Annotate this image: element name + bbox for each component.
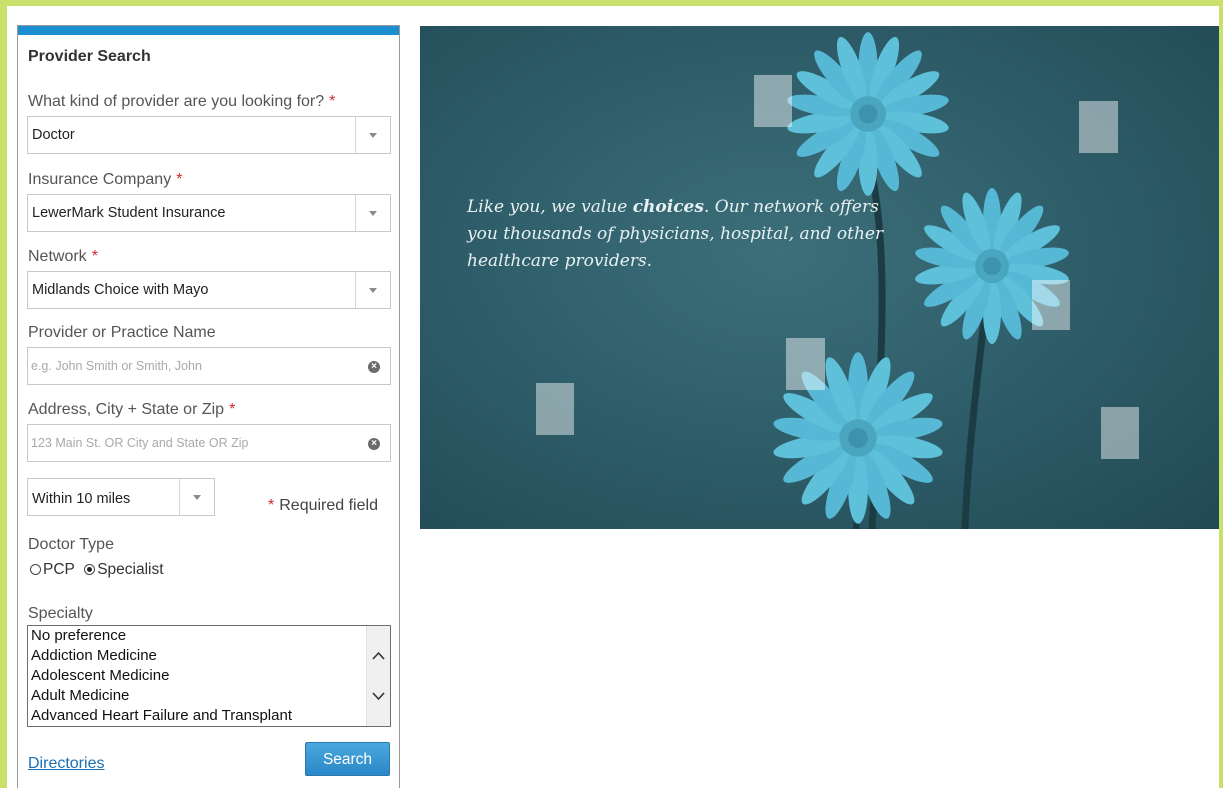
doctor-type-label: Doctor Type	[28, 536, 114, 553]
provider-name-label: Provider or Practice Name	[28, 324, 216, 341]
caret-down-icon	[369, 133, 377, 138]
list-item[interactable]: Adolescent Medicine	[31, 667, 169, 684]
provider-name-field[interactable]: ×	[27, 347, 391, 385]
required-marker: *	[329, 93, 336, 110]
list-item[interactable]: Addiction Medicine	[31, 647, 157, 664]
caret-down-icon	[369, 288, 377, 293]
insurance-dropdown-button[interactable]	[355, 195, 390, 231]
specialty-label: Specialty	[28, 605, 93, 622]
insurance-label: Insurance Company *	[28, 171, 183, 188]
list-item[interactable]: Adult Medicine	[31, 687, 129, 704]
panel-accent-bar	[18, 26, 399, 35]
address-input[interactable]	[31, 433, 351, 453]
insurance-select[interactable]: LewerMark Student Insurance	[27, 194, 391, 232]
provider-kind-label: What kind of provider are you looking fo…	[28, 93, 336, 110]
doctor-type-pcp-label[interactable]: PCP	[43, 561, 75, 578]
provider-search-panel: Provider Search What kind of provider ar…	[17, 25, 400, 788]
provider-name-input[interactable]	[31, 356, 351, 376]
required-marker: *	[176, 171, 183, 188]
flower-top	[785, 32, 951, 196]
network-value: Midlands Choice with Mayo	[32, 282, 209, 298]
required-field-note: * Required field	[268, 497, 378, 514]
network-label: Network *	[28, 248, 98, 265]
specialty-listbox[interactable]: No preference Addiction Medicine Adolesc…	[27, 625, 391, 727]
specialty-scrollbar[interactable]	[366, 626, 390, 726]
network-select[interactable]: Midlands Choice with Mayo	[27, 271, 391, 309]
required-marker: *	[229, 401, 236, 418]
required-marker: *	[91, 248, 98, 265]
caret-down-icon	[193, 495, 201, 500]
provider-kind-value: Doctor	[32, 127, 75, 143]
clear-circle-x-icon[interactable]: ×	[368, 438, 380, 450]
provider-kind-select[interactable]: Doctor	[27, 116, 391, 154]
distance-dropdown-button[interactable]	[179, 479, 214, 515]
doctor-type-specialist-radio[interactable]	[84, 564, 96, 575]
directories-link[interactable]: Directories	[28, 755, 104, 773]
search-button[interactable]: Search	[305, 742, 390, 776]
required-marker: *	[268, 497, 275, 514]
distance-select[interactable]: Within 10 miles	[27, 478, 215, 516]
provider-kind-dropdown-button[interactable]	[355, 117, 390, 153]
list-item[interactable]: Advanced Heart Failure and Transplant	[31, 707, 292, 724]
panel-title: Provider Search	[28, 48, 151, 65]
caret-down-icon	[369, 211, 377, 216]
distance-value: Within 10 miles	[32, 491, 131, 507]
chevron-down-icon[interactable]	[372, 692, 385, 701]
address-field[interactable]: ×	[27, 424, 391, 462]
hero-banner-image: Like you, we value choices. Our network …	[420, 26, 1219, 529]
insurance-value: LewerMark Student Insurance	[32, 205, 226, 221]
doctor-type-pcp-radio[interactable]	[30, 564, 41, 575]
doctor-type-specialist-label[interactable]: Specialist	[97, 561, 163, 578]
chevron-up-icon[interactable]	[372, 651, 385, 660]
clear-circle-x-icon[interactable]: ×	[368, 361, 380, 373]
network-dropdown-button[interactable]	[355, 272, 390, 308]
address-label: Address, City + State or Zip *	[28, 401, 236, 418]
daisy-flowers-illustration	[536, 32, 1139, 529]
doctor-type-radio-group: PCP Specialist	[30, 561, 169, 579]
list-item[interactable]: No preference	[31, 627, 126, 644]
hero-tagline: Like you, we value choices. Our network …	[467, 197, 884, 271]
